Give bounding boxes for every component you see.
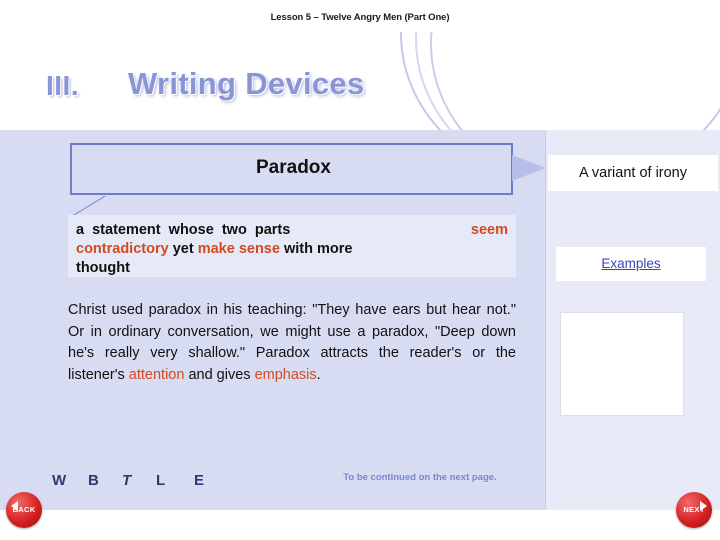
footer-bar: [0, 510, 720, 540]
lesson-title: Lesson 5 – Twelve Angry Men (Part One): [270, 12, 450, 23]
letter-button-l[interactable]: L: [156, 472, 165, 489]
letter-button-t[interactable]: T: [122, 472, 131, 489]
header-bar: Lesson 5 – Twelve Angry Men (Part One): [0, 0, 720, 32]
section-number: III.: [46, 70, 80, 101]
letter-nav-group: W B T L E: [48, 468, 248, 496]
definition-line-3: thought: [76, 259, 508, 278]
letter-button-e[interactable]: E: [194, 472, 204, 489]
letter-button-w[interactable]: W: [52, 472, 66, 489]
letter-button-b[interactable]: B: [88, 472, 99, 489]
continued-note: To be continued on the next page.: [343, 472, 497, 483]
callout-tail: [70, 195, 106, 217]
next-button-label: NEXT: [683, 505, 705, 514]
callout-arrow-icon: [512, 155, 546, 181]
side-note: A variant of irony: [548, 155, 718, 191]
definition-text-seem: seem: [470, 222, 508, 238]
term-label: Paradox: [256, 157, 331, 178]
definition-text-makesense: make sense: [197, 241, 280, 257]
body-text-3: .: [316, 366, 321, 383]
back-button[interactable]: BACK: [6, 492, 42, 528]
definition-text-contradictory: contradictory: [76, 241, 169, 257]
back-button-label: BACK: [12, 505, 36, 514]
definition-text-yet: yet: [172, 241, 194, 257]
body-highlight-emphasis: emphasis: [254, 366, 317, 383]
next-button[interactable]: NEXT: [676, 492, 712, 528]
definition-text-thought: thought: [76, 260, 130, 276]
definition-text-a: a statement whose two parts: [76, 222, 291, 238]
body-paragraph: Christ used paradox in his teaching: "Th…: [68, 300, 516, 386]
definition-text-withmore: with more: [283, 241, 353, 257]
body-text-2: and gives: [184, 366, 255, 383]
definition-line-2: contradictory yet make sense with more: [76, 240, 508, 259]
term-callout-box: Paradox: [70, 143, 513, 195]
definition-box: a statement whose two parts seem contradi…: [68, 215, 516, 277]
examples-link[interactable]: Examples: [556, 256, 706, 271]
body-highlight-attention: attention: [128, 366, 185, 383]
placeholder-image: [560, 312, 684, 416]
page-title: Writing Devices: [128, 66, 365, 101]
definition-line-1: a statement whose two parts seem: [76, 221, 508, 240]
